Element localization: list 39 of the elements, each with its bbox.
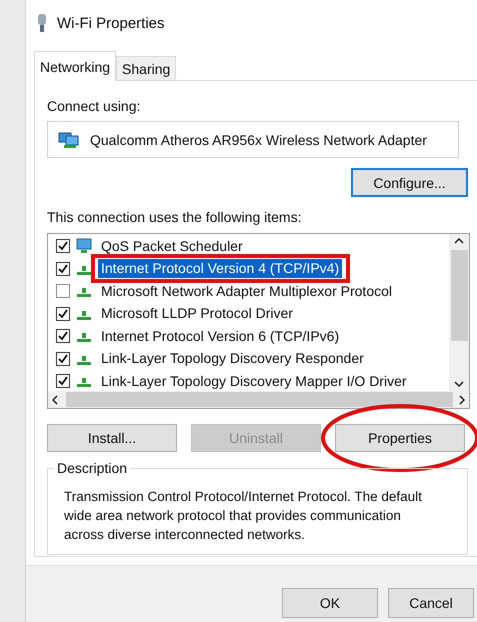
properties-button[interactable]: Properties bbox=[335, 424, 465, 452]
checkbox[interactable] bbox=[56, 329, 70, 344]
checkbox[interactable] bbox=[56, 352, 70, 366]
checkmark-icon bbox=[58, 331, 68, 342]
chevron-down-icon bbox=[454, 381, 464, 387]
tab[interactable]: Networking bbox=[34, 51, 116, 81]
list-item[interactable]: Link-Layer Topology Discovery Mapper I/O Driver bbox=[98, 372, 410, 391]
configure-button[interactable]: Configure... bbox=[351, 168, 468, 197]
chevron-left-icon bbox=[52, 394, 58, 404]
list-item[interactable]: Microsoft LLDP Protocol Driver bbox=[98, 304, 296, 324]
adapter-icon bbox=[58, 130, 80, 148]
ok-button[interactable]: OK bbox=[282, 588, 378, 618]
window-title: Wi-Fi Properties bbox=[57, 14, 166, 32]
adapter-name: Qualcomm Atheros AR956x Wireless Network Adapter bbox=[90, 132, 427, 148]
items-label: This connection uses the following items: bbox=[47, 208, 302, 226]
tab[interactable]: Sharing bbox=[116, 56, 176, 80]
checkmark-icon bbox=[58, 308, 68, 319]
monitor-icon bbox=[76, 238, 92, 254]
list-item[interactable]: Internet Protocol Version 4 (TCP/IPv4) bbox=[98, 259, 342, 278]
checkmark-icon bbox=[58, 376, 68, 386]
list-item[interactable]: Link-Layer Topology Discovery Responder bbox=[98, 349, 367, 368]
list-item[interactable]: QoS Packet Scheduler bbox=[98, 236, 246, 256]
description-text: Transmission Control Protocol/Internet Protocol. The default wide area network protocol that provides communication across diverse interconnected networks. bbox=[64, 488, 423, 544]
network-adapter-icon bbox=[36, 13, 48, 33]
chevron-up-icon bbox=[454, 238, 464, 244]
checkbox[interactable] bbox=[56, 262, 70, 276]
checkbox[interactable] bbox=[56, 239, 70, 254]
connect-using-label: Connect using: bbox=[47, 97, 142, 115]
checkmark-icon bbox=[58, 241, 68, 252]
list-item[interactable]: Microsoft Network Adapter Multiplexor Protocol bbox=[98, 282, 395, 301]
checkbox[interactable] bbox=[56, 306, 70, 321]
chevron-right-icon bbox=[459, 394, 465, 404]
list-item[interactable]: Internet Protocol Version 6 (TCP/IPv6) bbox=[98, 326, 342, 346]
checkbox[interactable] bbox=[56, 284, 70, 298]
install-button[interactable]: Install... bbox=[47, 424, 177, 452]
checkmark-icon bbox=[58, 264, 68, 274]
cancel-button[interactable]: Cancel bbox=[388, 588, 474, 618]
checkbox[interactable] bbox=[56, 374, 70, 388]
checkmark-icon bbox=[58, 354, 68, 364]
